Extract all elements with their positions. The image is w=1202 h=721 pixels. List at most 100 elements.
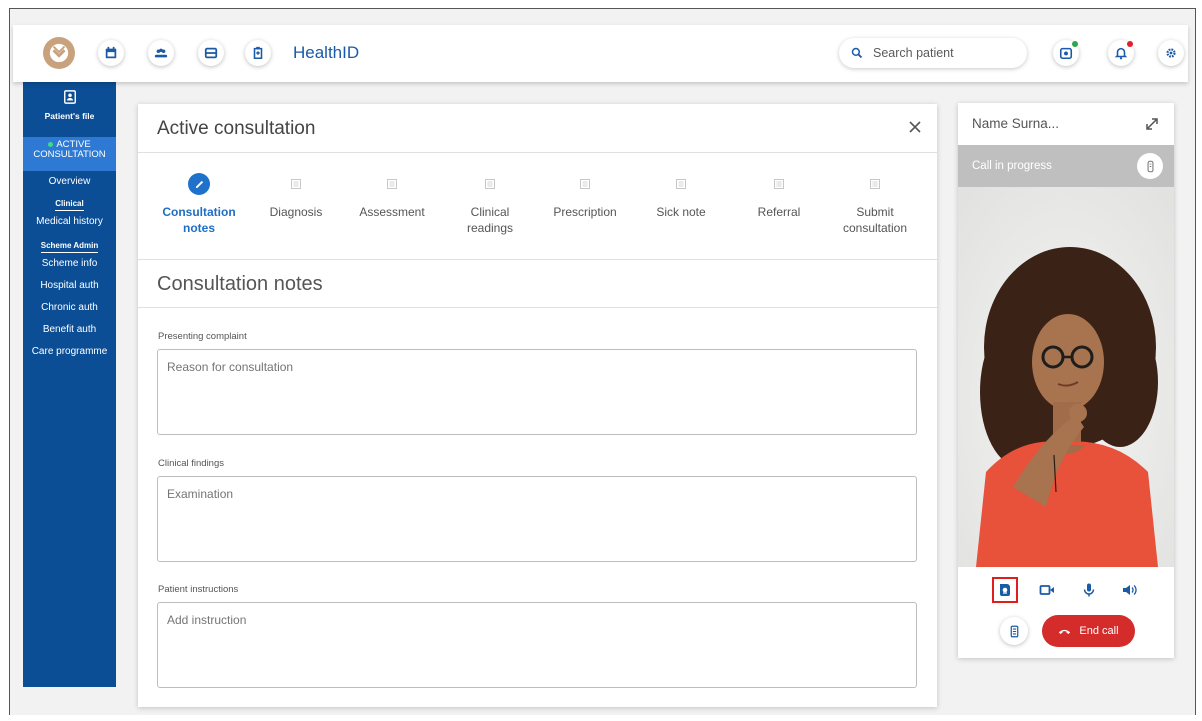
patient-instructions-label: Patient instructions (158, 584, 239, 595)
screen-share-button[interactable] (1053, 40, 1079, 66)
call-controls (958, 577, 1174, 607)
step-pending-indicator (381, 173, 403, 195)
consultation-stepper: Consultation notes Diagnosis Assessment … (138, 153, 937, 260)
step-referral[interactable]: Referral (734, 173, 824, 220)
step-label: Prescription (553, 205, 617, 219)
step-pending-indicator (864, 173, 886, 195)
patients-file-header[interactable]: Patient's file (23, 82, 116, 137)
document-icon (291, 179, 301, 189)
presenting-complaint-label: Presenting complaint (158, 331, 247, 342)
call-status-bar: Call in progress (958, 145, 1174, 187)
end-call-label: End call (1079, 625, 1119, 637)
remote-icon (1147, 160, 1153, 172)
step-consultation-notes[interactable]: Consultation notes (154, 173, 244, 236)
step-submit-consultation[interactable]: Submit consultation (830, 173, 920, 236)
sidebar-section-scheme-admin: Scheme Admin (23, 241, 116, 253)
patient-instructions-field[interactable] (157, 602, 917, 688)
clinical-findings-label: Clinical findings (158, 458, 225, 469)
step-label: Clinical readings (466, 205, 514, 235)
calendar-icon (105, 46, 117, 59)
patients-button[interactable] (148, 40, 174, 66)
search-input[interactable]: Search patient (873, 46, 954, 60)
remote-access-button[interactable] (992, 577, 1018, 603)
document-icon (774, 179, 784, 189)
keypad-button[interactable] (1000, 617, 1028, 645)
sidebar-section-clinical: Clinical (23, 199, 116, 211)
cards-button[interactable] (198, 40, 224, 66)
step-pending-indicator (768, 173, 790, 195)
calendar-button[interactable] (98, 40, 124, 66)
video-feed-image (958, 187, 1174, 567)
close-icon[interactable] (907, 119, 923, 135)
card-icon (204, 47, 218, 59)
step-active-indicator (188, 173, 210, 195)
sidebar-item-overview[interactable]: Overview (23, 171, 116, 193)
clipboard-button[interactable] (245, 40, 271, 66)
step-label: Assessment (359, 205, 425, 219)
sidebar-item-care-programme[interactable]: Care programme (23, 341, 116, 363)
caller-name: Name Surna... (972, 116, 1060, 131)
video-camera-icon (1039, 585, 1054, 595)
step-pending-indicator (479, 173, 501, 195)
active-consultation-label: CONSULTATION (33, 149, 106, 160)
online-status-dot (1072, 41, 1078, 47)
settings-button[interactable] (1158, 40, 1184, 66)
document-icon (676, 179, 686, 189)
step-label: Submit consultation (842, 205, 908, 235)
document-icon (870, 179, 880, 189)
end-call-button[interactable]: End call (1042, 615, 1135, 647)
keypad-icon (1010, 625, 1018, 637)
step-diagnosis[interactable]: Diagnosis (251, 173, 341, 220)
sidebar-item-benefit-auth[interactable]: Benefit auth (23, 319, 116, 341)
step-pending-indicator (285, 173, 307, 195)
step-assessment[interactable]: Assessment (347, 173, 437, 220)
microphone-button[interactable] (1076, 577, 1102, 603)
app-logo[interactable] (43, 37, 75, 69)
top-bar: HealthID Search patient (13, 25, 1188, 82)
patient-file-icon (63, 90, 76, 104)
step-label: Diagnosis (269, 205, 323, 219)
video-call-panel: Name Surna... Call in progress End call (958, 103, 1174, 658)
remote-device-button[interactable] (1137, 153, 1163, 179)
gear-icon (1166, 48, 1176, 58)
consultation-card: Active consultation Consultation notes D… (138, 104, 937, 707)
people-icon (154, 48, 168, 58)
sidebar-item-active-consultation[interactable]: ACTIVE CONSULTATION (23, 137, 116, 171)
sidebar-item-chronic-auth[interactable]: Chronic auth (23, 297, 116, 319)
search-bar[interactable]: Search patient (839, 38, 1027, 68)
sidebar-item-medical-history[interactable]: Medical history (23, 211, 116, 233)
notification-dot (1127, 41, 1133, 47)
step-label: Referral (757, 205, 801, 219)
expand-icon[interactable] (1144, 116, 1160, 132)
app-title: HealthID (293, 43, 360, 62)
clipboard-icon (253, 46, 263, 60)
document-icon (387, 179, 397, 189)
speaker-button[interactable] (1116, 577, 1142, 603)
step-pending-indicator (670, 173, 692, 195)
step-sick-note[interactable]: Sick note (636, 173, 726, 220)
sidebar-header-label: Patient's file (44, 111, 95, 121)
hang-up-icon (1059, 629, 1071, 634)
call-actions: End call (958, 615, 1174, 649)
step-prescription[interactable]: Prescription (540, 173, 630, 220)
remote-access-icon (1000, 584, 1010, 596)
step-clinical-readings[interactable]: Clinical readings (445, 173, 535, 236)
document-icon (485, 179, 495, 189)
step-label: Sick note (656, 205, 706, 219)
sidebar-item-hospital-auth[interactable]: Hospital auth (23, 275, 116, 297)
sidebar-item-scheme-info[interactable]: Scheme info (23, 253, 116, 275)
bell-icon (1114, 47, 1128, 60)
camera-frame-icon (1059, 47, 1073, 60)
search-icon (851, 47, 863, 59)
active-dot (48, 141, 54, 147)
presenting-complaint-field[interactable] (157, 349, 917, 435)
clinical-findings-field[interactable] (157, 476, 917, 562)
card-title: Active consultation (157, 118, 316, 139)
speaker-icon (1123, 585, 1137, 595)
step-label: Consultation notes (162, 205, 236, 235)
section-title: Consultation notes (157, 273, 323, 295)
notifications-button[interactable] (1108, 40, 1134, 66)
section-divider (138, 307, 937, 308)
card-header: Active consultation (138, 104, 937, 153)
camera-button[interactable] (1034, 577, 1060, 603)
